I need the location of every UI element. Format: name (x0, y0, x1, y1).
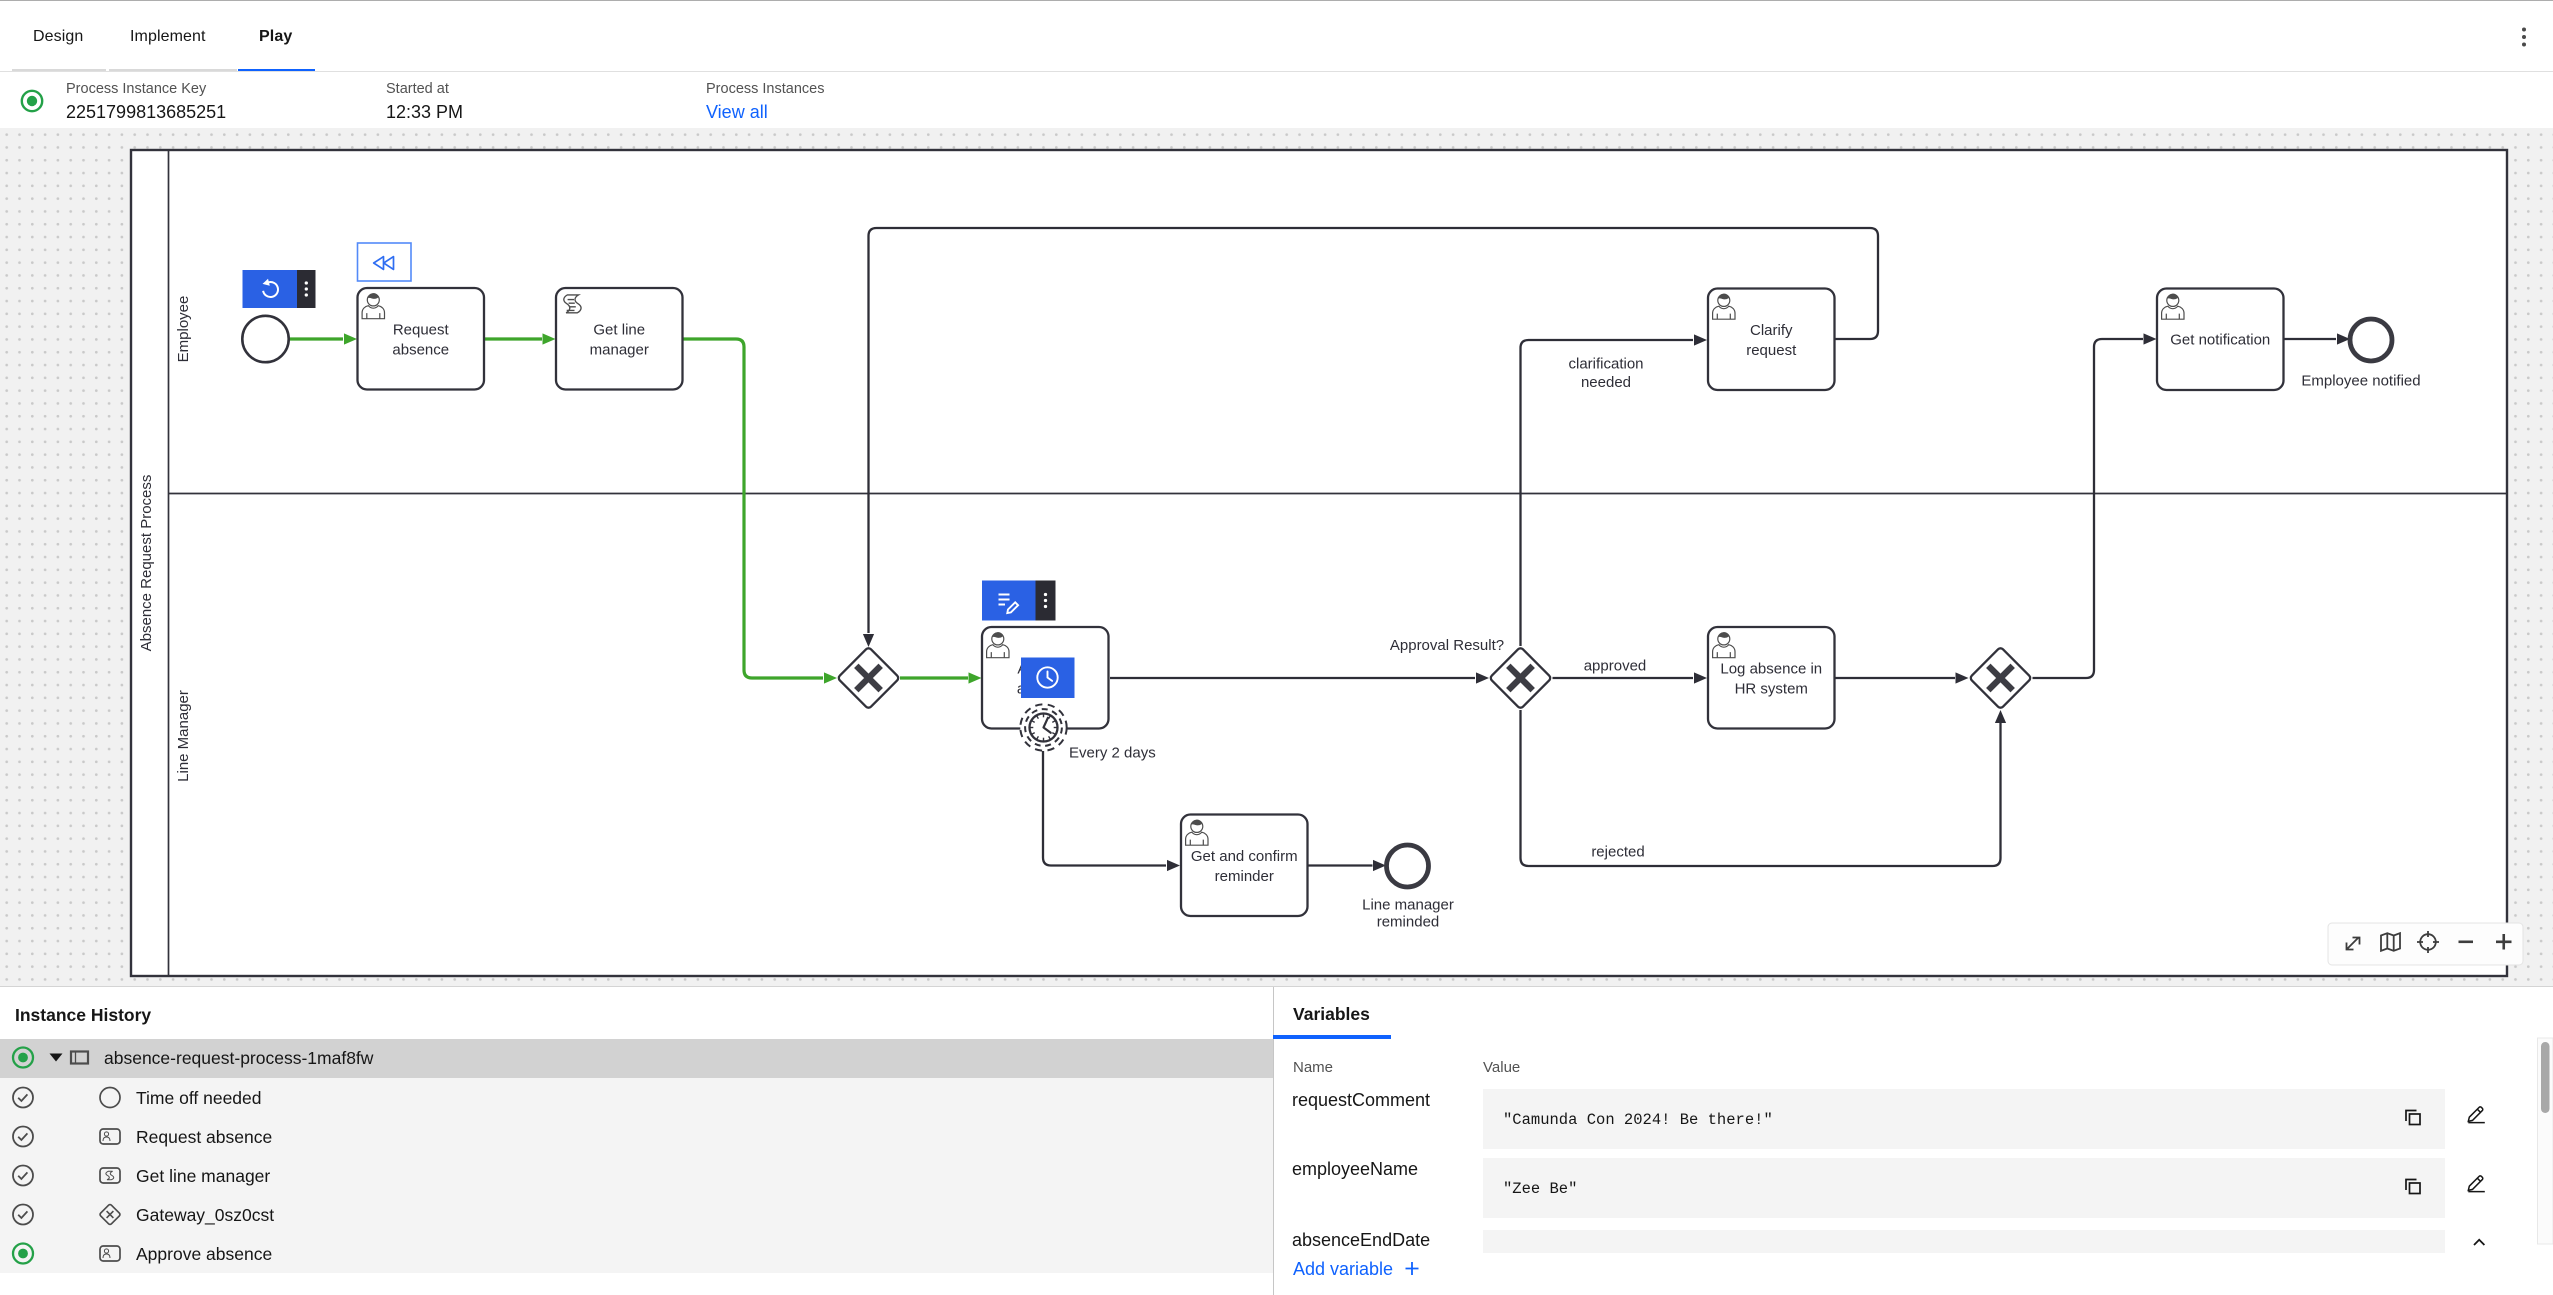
svg-text:Employee: Employee (175, 296, 192, 363)
svg-text:Request: Request (393, 321, 450, 338)
svg-text:Line manager: Line manager (1362, 897, 1454, 914)
svg-text:Line Manager: Line Manager (175, 690, 192, 782)
svg-text:reminded: reminded (1377, 914, 1440, 931)
svg-text:absence: absence (392, 341, 449, 358)
svg-text:clarification: clarification (1568, 356, 1643, 373)
svg-text:Log absence in: Log absence in (1720, 660, 1822, 677)
svg-text:reminder: reminder (1215, 868, 1274, 885)
svg-text:Get notification: Get notification (2170, 332, 2270, 349)
svg-text:approved: approved (1584, 658, 1647, 675)
svg-text:manager: manager (590, 341, 649, 358)
svg-text:HR system: HR system (1735, 680, 1808, 697)
svg-text:Every 2 days: Every 2 days (1069, 745, 1156, 762)
svg-text:Absence Request Process: Absence Request Process (138, 475, 155, 652)
svg-text:Clarify: Clarify (1750, 322, 1793, 339)
svg-text:Get line: Get line (593, 321, 645, 338)
svg-text:Get and confirm: Get and confirm (1191, 848, 1298, 865)
svg-text:Employee notified: Employee notified (2301, 373, 2420, 390)
svg-text:request: request (1746, 342, 1797, 359)
svg-text:needed: needed (1581, 374, 1631, 391)
svg-text:Approval Result?: Approval Result? (1390, 637, 1504, 654)
svg-text:rejected: rejected (1591, 844, 1644, 861)
